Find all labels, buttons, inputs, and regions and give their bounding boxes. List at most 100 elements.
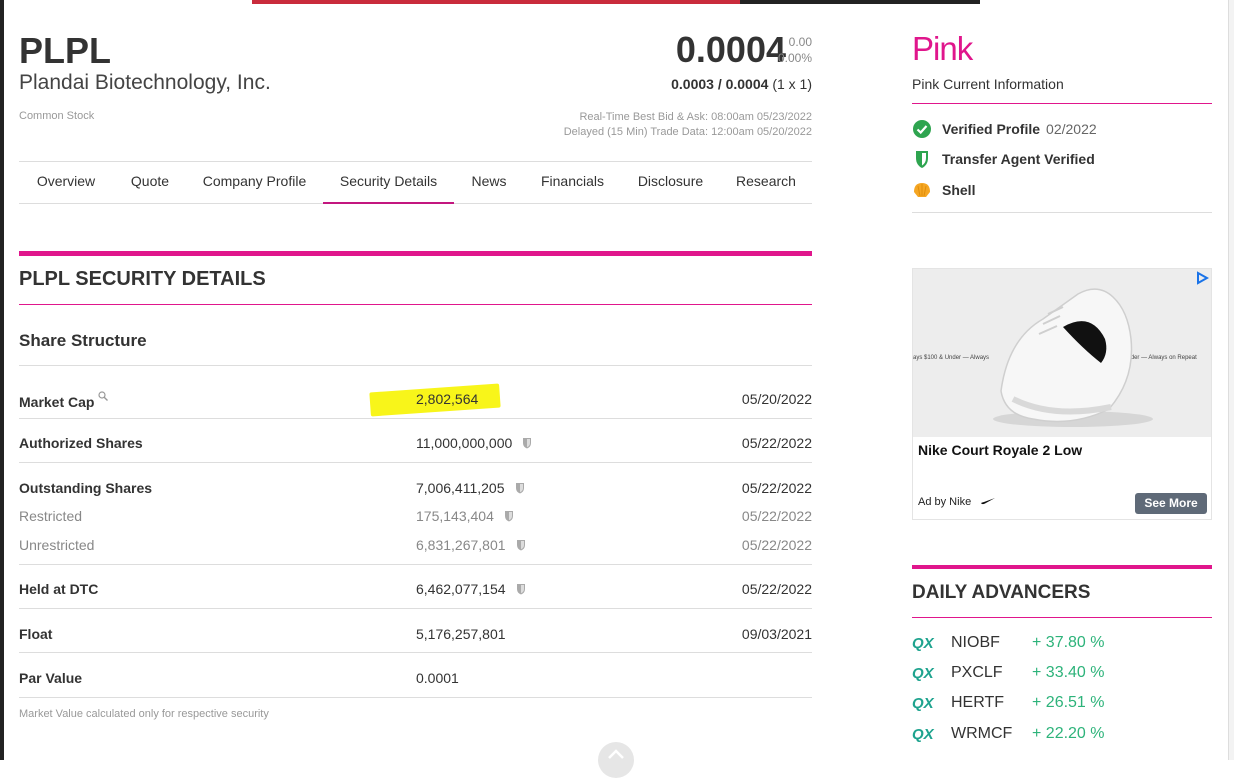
authorized-shares-value: 11,000,000,000 xyxy=(416,435,532,451)
advancer-row[interactable]: QX PXCLF + 33.40 % xyxy=(912,664,1212,686)
outstanding-shares-date: 05/22/2022 xyxy=(741,480,812,496)
advancer-row[interactable]: QX NIOBF + 37.80 % xyxy=(912,634,1212,656)
row-divider xyxy=(19,564,812,565)
row-divider xyxy=(19,418,812,419)
advancer-row[interactable]: QX HERTF + 26.51 % xyxy=(912,694,1212,716)
company-name: Plandai Biotechnology, Inc. xyxy=(19,71,271,94)
tab-research[interactable]: Research xyxy=(718,162,814,202)
ad-shoe-image[interactable]: ays $100 & Under — Always $0 & Under — Al… xyxy=(913,269,1211,437)
price-change: 0.00 0.00% xyxy=(760,34,812,66)
restricted-number: 175,143,404 xyxy=(416,508,494,524)
price-change-value: 0.00 xyxy=(788,35,812,49)
row-divider xyxy=(19,697,812,698)
tab-company-profile[interactable]: Company Profile xyxy=(187,162,322,202)
tab-news[interactable]: News xyxy=(456,162,522,202)
chevron-up-icon xyxy=(608,749,624,759)
shield-icon xyxy=(916,151,928,168)
tier-info: Pink Current Information xyxy=(912,76,1064,92)
held-at-dtc-date: 05/22/2022 xyxy=(741,581,812,597)
held-at-dtc-label: Held at DTC xyxy=(19,581,99,597)
badges-divider xyxy=(912,212,1212,213)
security-type: Common Stock xyxy=(19,110,95,122)
qx-tier-icon: QX xyxy=(912,726,934,743)
verified-profile-badge[interactable]: Verified Profile 02/2022 xyxy=(912,119,1097,139)
held-at-dtc-number: 6,462,077,154 xyxy=(416,581,506,597)
realtime-timestamp: Real-Time Best Bid & Ask: 08:00am 05/23/… xyxy=(579,111,812,123)
delayed-timestamp: Delayed (15 Min) Trade Data: 12:00am 05/… xyxy=(563,126,812,138)
market-cap-value: 2,802,564 xyxy=(416,391,479,407)
authorized-shares-date: 05/22/2022 xyxy=(741,435,812,451)
bid-ask-size: (1 x 1) xyxy=(772,76,812,92)
shield-icon xyxy=(516,584,525,595)
transfer-agent-label: Transfer Agent Verified xyxy=(942,151,1095,167)
advancer-symbol[interactable]: NIOBF xyxy=(951,634,1000,652)
bid-ask-prices: 0.0003 / 0.0004 xyxy=(671,76,769,92)
float-value: 5,176,257,801 xyxy=(416,626,506,642)
shield-icon xyxy=(504,511,513,522)
nike-ad[interactable]: ays $100 & Under — Always $0 & Under — Al… xyxy=(912,268,1212,520)
advancer-change: + 22.20 % xyxy=(1032,725,1105,742)
shell-label: Shell xyxy=(942,182,976,198)
check-circle-icon xyxy=(913,120,931,138)
quote-tabs: Overview Quote Company Profile Security … xyxy=(19,161,812,204)
tab-financials[interactable]: Financials xyxy=(522,162,623,202)
advancer-change: + 33.40 % xyxy=(1032,664,1105,681)
transfer-agent-badge[interactable]: Transfer Agent Verified xyxy=(912,149,1095,169)
outstanding-shares-value: 7,006,411,205 xyxy=(416,480,525,496)
outstanding-shares-number: 7,006,411,205 xyxy=(416,480,505,496)
unrestricted-value: 6,831,267,801 xyxy=(416,537,526,553)
authorized-shares-number: 11,000,000,000 xyxy=(416,435,513,451)
verified-profile-date: 02/2022 xyxy=(1046,121,1097,137)
share-structure-heading: Share Structure xyxy=(19,331,147,350)
restricted-label: Restricted xyxy=(19,508,83,524)
outstanding-shares-label: Outstanding Shares xyxy=(19,480,153,496)
price-change-percent: 0.00% xyxy=(777,51,812,65)
advancers-divider xyxy=(912,617,1212,618)
row-divider xyxy=(19,608,812,609)
shoe-illustration xyxy=(993,288,1153,427)
nike-swoosh-icon xyxy=(981,498,996,505)
unrestricted-label: Unrestricted xyxy=(19,537,95,553)
section-title: PLPL SECURITY DETAILS xyxy=(19,268,266,290)
row-divider xyxy=(19,365,812,366)
see-more-button[interactable]: See More xyxy=(1135,493,1207,514)
ad-sponsor-text: Ad by Nike xyxy=(918,496,972,508)
tier-divider xyxy=(912,103,1212,104)
ticker-symbol: PLPL xyxy=(19,30,112,71)
advancer-symbol[interactable]: PXCLF xyxy=(951,664,1003,682)
restricted-date: 05/22/2022 xyxy=(741,508,812,524)
market-cap-label: Market Cap xyxy=(19,391,109,410)
ad-choices-icon[interactable] xyxy=(1195,271,1209,285)
tab-overview[interactable]: Overview xyxy=(19,162,113,202)
advancer-row[interactable]: QX WRMCF + 22.20 % xyxy=(912,725,1212,747)
shell-icon xyxy=(914,183,930,197)
qx-tier-icon: QX xyxy=(912,665,934,682)
data-timestamps: Real-Time Best Bid & Ask: 08:00am 05/23/… xyxy=(564,110,812,140)
par-value-label: Par Value xyxy=(19,670,83,686)
verified-profile-label: Verified Profile xyxy=(942,121,1041,137)
row-divider xyxy=(19,462,812,463)
shield-icon xyxy=(515,483,524,494)
unrestricted-date: 05/22/2022 xyxy=(741,537,812,553)
market-cap-label-text: Market Cap xyxy=(19,394,95,410)
magnifier-icon[interactable] xyxy=(98,391,109,401)
market-cap-date: 05/20/2022 xyxy=(741,391,812,407)
pink-tier-logo: Pink xyxy=(912,30,973,67)
shell-badge[interactable]: Shell xyxy=(912,180,975,200)
scroll-to-top-button[interactable] xyxy=(598,742,634,778)
daily-advancers-title: DAILY ADVANCERS xyxy=(912,582,1091,603)
tab-disclosure[interactable]: Disclosure xyxy=(624,162,717,202)
advancer-change: + 37.80 % xyxy=(1032,634,1105,651)
float-date: 09/03/2021 xyxy=(741,626,812,642)
qx-tier-icon: QX xyxy=(912,695,934,712)
advancer-symbol[interactable]: HERTF xyxy=(951,694,1004,712)
par-value-value: 0.0001 xyxy=(416,670,459,686)
tab-security-details[interactable]: Security Details xyxy=(323,162,454,204)
shield-icon xyxy=(523,438,532,449)
ad-title[interactable]: Nike Court Royale 2 Low xyxy=(918,442,1082,458)
restricted-value: 175,143,404 xyxy=(416,508,514,524)
tab-quote[interactable]: Quote xyxy=(113,162,187,202)
page-scrollbar[interactable] xyxy=(1228,0,1234,760)
top-ad-banner-edge xyxy=(252,0,980,4)
advancer-symbol[interactable]: WRMCF xyxy=(951,725,1012,743)
